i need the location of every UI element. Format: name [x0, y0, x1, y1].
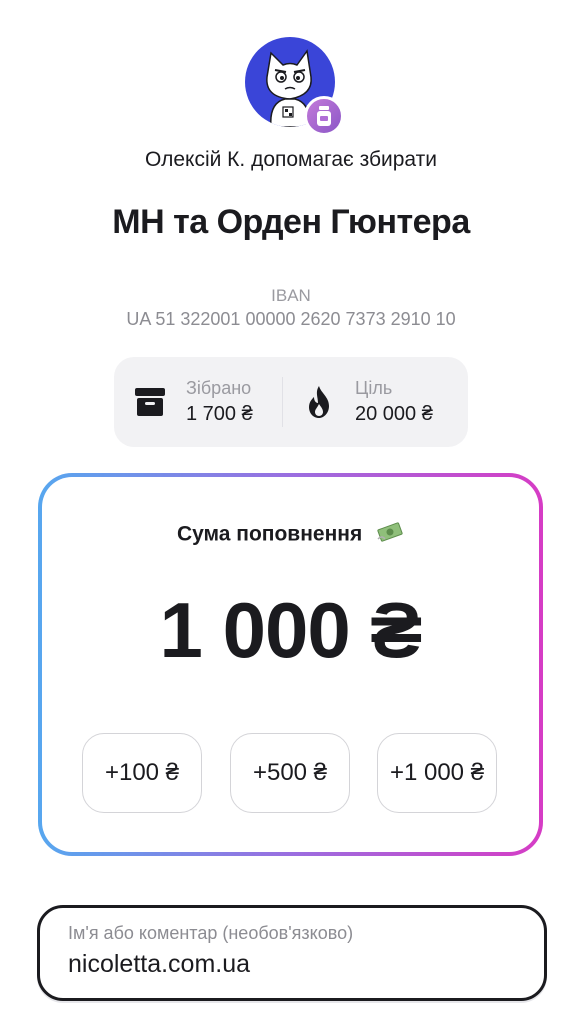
goal-value: 20 000 ₴	[355, 403, 433, 425]
topup-title: Сума поповнення	[42, 521, 539, 549]
quick-amount-500-button[interactable]: +500 ₴	[230, 733, 350, 813]
jar-icon	[304, 96, 344, 136]
collected-label: Зібрано	[186, 378, 252, 398]
jar-stats: Зібрано 1 700 ₴ Ціль 20 000 ₴	[114, 357, 468, 447]
comment-label: Ім'я або коментар (необов'язково)	[68, 923, 354, 943]
collector-avatar	[245, 37, 345, 137]
topup-card: Сума поповнення 1 000 ₴ +100 ₴ +500 ₴ +1…	[38, 473, 543, 856]
quick-amount-1000-button[interactable]: +1 000 ₴	[377, 733, 497, 813]
topup-title-text: Сума поповнення	[176, 522, 363, 546]
archive-box-icon	[134, 386, 166, 418]
comment-field[interactable]: Ім'я або коментар (необов'язково) nicole…	[37, 905, 547, 1001]
goal-stat: Ціль 20 000 ₴	[283, 357, 433, 447]
flame-icon	[303, 386, 335, 418]
flying-money-icon	[376, 521, 404, 549]
collector-text: Олексій К. допомагає збирати	[144, 148, 437, 171]
topup-amount[interactable]: 1 000 ₴	[42, 585, 539, 676]
iban-value[interactable]: UA 51 322001 00000 2620 7373 2910 10	[0, 309, 582, 330]
comment-input-value[interactable]: nicoletta.com.ua	[68, 950, 250, 979]
collected-stat: Зібрано 1 700 ₴	[114, 357, 282, 447]
goal-label: Ціль	[355, 378, 393, 398]
collected-value: 1 700 ₴	[186, 403, 253, 425]
jar-title: МН та Орден Гюнтера	[112, 203, 470, 241]
quick-amount-100-button[interactable]: +100 ₴	[82, 733, 202, 813]
iban-label: IBAN	[271, 286, 311, 305]
